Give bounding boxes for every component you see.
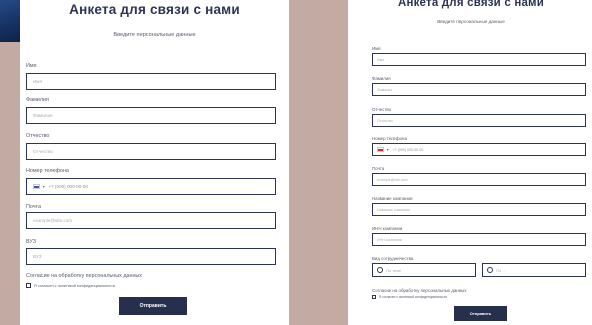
- consent-title: Согласие на обработку персональных данны…: [372, 288, 467, 293]
- chevron-down-icon[interactable]: ▼: [42, 185, 45, 189]
- university-field[interactable]: ВУЗ: [26, 248, 276, 265]
- cooperation-option-1[interactable]: По теме: [372, 263, 476, 277]
- phone-placeholder: +7 (000) 000-00-00: [48, 184, 88, 189]
- patronymic-placeholder: Отчество: [377, 118, 393, 123]
- phone-label: Номер телефона: [372, 136, 407, 141]
- surname-field[interactable]: Фамилия: [372, 83, 586, 96]
- email-placeholder: example@site.com: [33, 218, 73, 223]
- patronymic-label: Отчество: [26, 133, 50, 139]
- corner-accent-decoration: [0, 0, 20, 42]
- surname-field[interactable]: Фамилия: [26, 107, 276, 124]
- name-placeholder: Имя: [377, 57, 384, 62]
- surname-placeholder: Фамилия: [33, 113, 53, 118]
- inn-placeholder: ИНН компании: [377, 237, 402, 242]
- patronymic-label: Отчество: [372, 107, 392, 112]
- radio-button[interactable]: [487, 267, 493, 273]
- form-title: Анкета для связи с нами: [69, 2, 240, 17]
- inn-field[interactable]: ИНН компании: [372, 233, 586, 246]
- name-label: Имя: [372, 46, 381, 51]
- surname-placeholder: Фамилия: [377, 87, 393, 92]
- surname-label: Фамилия: [26, 97, 49, 103]
- contact-form-university: Анкета для связи с нами Введите персонал…: [20, 0, 289, 325]
- inn-label: ИНН компании: [372, 226, 403, 231]
- university-placeholder: ВУЗ: [33, 254, 42, 259]
- russia-flag-icon[interactable]: [33, 184, 40, 189]
- name-field[interactable]: Имя: [26, 73, 276, 90]
- consent-text: Я согласен с политикой конфиденциальност…: [379, 295, 448, 299]
- chevron-down-icon[interactable]: ▼: [386, 148, 389, 152]
- phone-placeholder: +7 (000) 000-00-00: [392, 147, 424, 152]
- consent-row[interactable]: Я согласен с политикой конфиденциальност…: [26, 283, 115, 288]
- university-label: ВУЗ: [26, 239, 36, 245]
- form-subtitle: Введите персональные данные: [437, 19, 505, 24]
- company-field[interactable]: Название компании: [372, 203, 586, 216]
- submit-button[interactable]: Отправить: [454, 306, 507, 321]
- cooperation-option-label: По ...: [496, 267, 506, 273]
- name-placeholder: Имя: [33, 79, 42, 84]
- patronymic-placeholder: Отчество: [33, 149, 53, 154]
- email-placeholder: example@site.com: [377, 177, 408, 182]
- email-field[interactable]: example@site.com: [372, 173, 586, 186]
- consent-text: Я согласен с политикой конфиденциальност…: [34, 283, 116, 288]
- email-field[interactable]: example@site.com: [26, 212, 276, 229]
- phone-label: Номер телефона: [26, 168, 69, 174]
- radio-button[interactable]: [377, 267, 383, 273]
- phone-field[interactable]: ▼ +7 (000) 000-00-00: [372, 143, 586, 156]
- company-placeholder: Название компании: [377, 207, 411, 212]
- consent-title: Согласие на обработку персональных данны…: [26, 273, 142, 279]
- russia-flag-icon[interactable]: [377, 147, 384, 152]
- patronymic-field[interactable]: Отчество: [372, 114, 586, 127]
- consent-checkbox[interactable]: [26, 283, 31, 288]
- email-label: Почта: [26, 204, 41, 210]
- cooperation-label: Вид сотрудничества: [372, 256, 414, 261]
- consent-row[interactable]: Я согласен с политикой конфиденциальност…: [372, 295, 447, 299]
- submit-button[interactable]: Отправить: [119, 297, 187, 315]
- patronymic-field[interactable]: Отчество: [26, 143, 276, 160]
- form-subtitle: Введите персональные данные: [113, 32, 196, 38]
- surname-label: Фамилия: [372, 76, 391, 81]
- cooperation-option-label: По теме: [386, 267, 402, 273]
- contact-form-company: Анкета для связи с нами Введите персонал…: [348, 0, 592, 325]
- cooperation-option-2[interactable]: По ...: [482, 263, 586, 277]
- form-title: Анкета для связи с нами: [397, 0, 545, 9]
- email-label: Почта: [372, 166, 385, 171]
- name-label: Имя: [26, 63, 37, 69]
- name-field[interactable]: Имя: [372, 53, 586, 66]
- consent-checkbox[interactable]: [372, 295, 376, 299]
- company-label: Название компании: [372, 196, 413, 201]
- phone-field[interactable]: ▼ +7 (000) 000-00-00: [26, 178, 276, 195]
